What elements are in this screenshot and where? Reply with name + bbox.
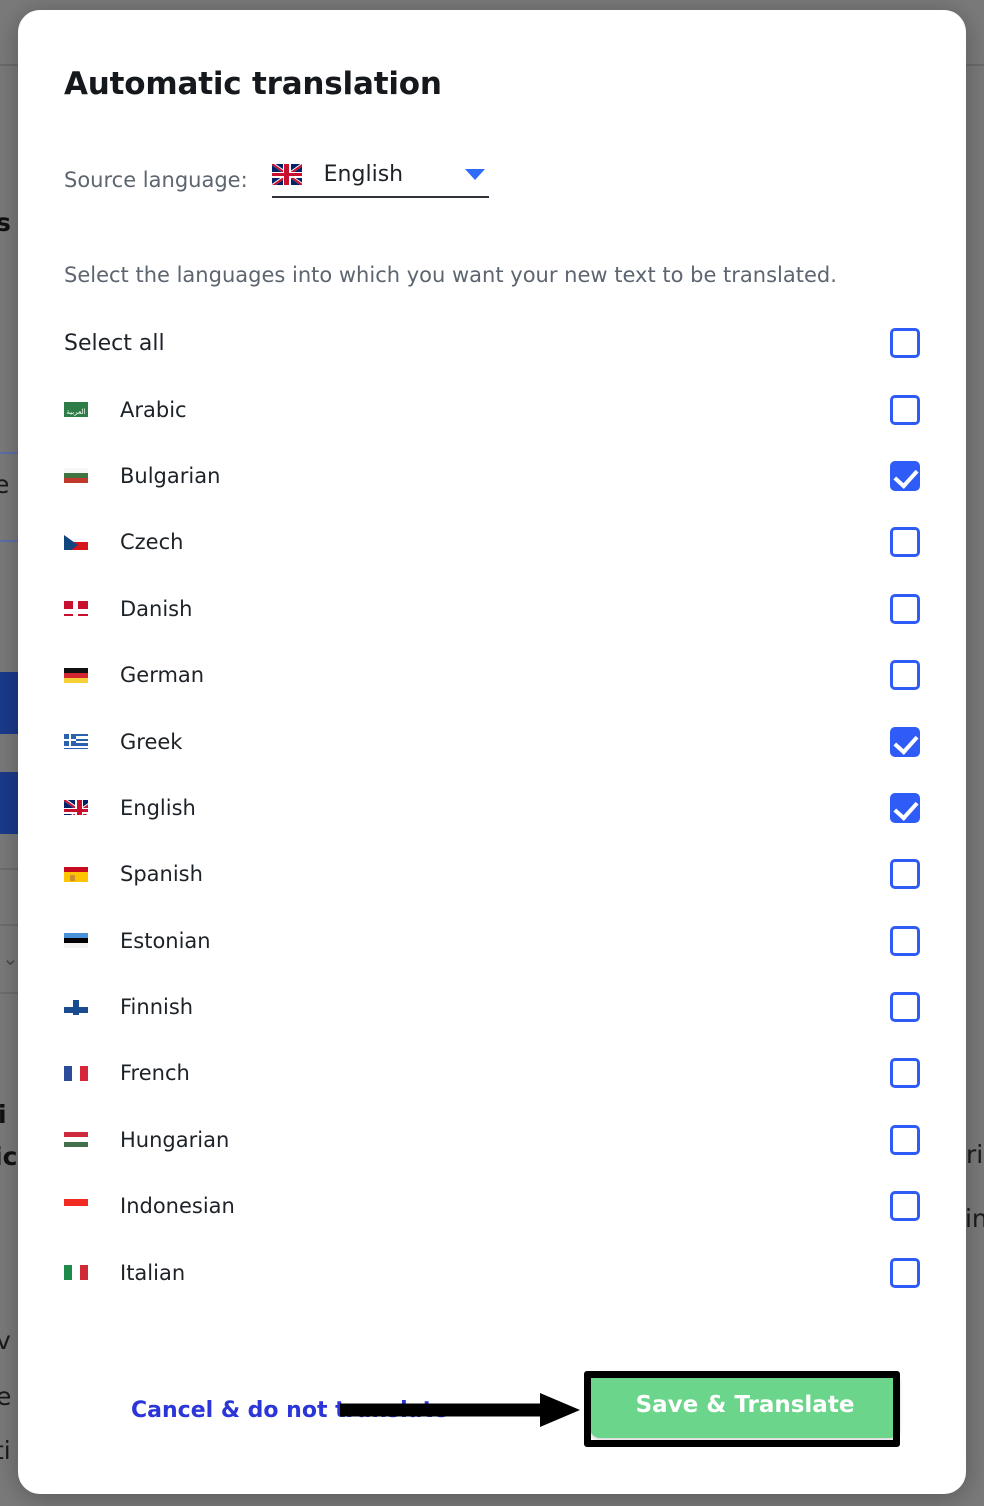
flag-indonesia-icon [64, 1198, 120, 1214]
language-checkbox-german[interactable] [890, 660, 920, 691]
flag-gb-icon [64, 800, 120, 816]
language-checkbox-estonian[interactable] [890, 925, 920, 956]
language-row-french[interactable]: French [64, 1040, 920, 1106]
backdrop-fragment: v [0, 1326, 11, 1355]
flag-gb-icon [271, 164, 302, 185]
language-row-indonesian[interactable]: Indonesian [64, 1173, 920, 1239]
flag-finland-icon [64, 999, 120, 1015]
language-label: Estonian [120, 928, 211, 953]
instruction-text: Select the languages into which you want… [64, 263, 837, 287]
language-checkbox-bulgarian[interactable] [890, 460, 920, 491]
language-checkbox-czech[interactable] [890, 527, 920, 558]
language-row-arabic[interactable]: العربية Arabic [64, 376, 920, 442]
language-label: Hungarian [120, 1127, 230, 1152]
select-all-checkbox[interactable] [890, 328, 920, 359]
language-row-spanish[interactable]: Spanish [64, 841, 920, 907]
language-label: Italian [120, 1260, 186, 1285]
language-label: Bulgarian [120, 463, 221, 488]
backdrop-fragment: ri [966, 1140, 984, 1169]
flag-greece-icon [64, 734, 120, 750]
language-checkbox-arabic[interactable] [890, 394, 920, 425]
backdrop-fragment: i [0, 1100, 7, 1129]
flag-bulgaria-icon [64, 468, 120, 484]
backdrop-rule [0, 452, 20, 454]
backdrop-fragment: e [0, 1382, 12, 1411]
select-all-label: Select all [64, 330, 165, 356]
backdrop-fragment: e [0, 470, 10, 499]
language-row-italian[interactable]: Italian [64, 1239, 920, 1305]
language-label: Czech [120, 530, 184, 555]
language-checkbox-hungarian[interactable] [890, 1124, 920, 1155]
language-checkbox-spanish[interactable] [890, 859, 920, 890]
dialog-footer: Cancel & do not translate Save & Transla… [18, 1372, 966, 1448]
language-row-bulgarian[interactable]: Bulgarian [64, 443, 920, 509]
backdrop-fragment: s [0, 208, 11, 237]
language-list: Select all العربية Arabic Bulgarian Czec… [64, 310, 920, 1306]
source-language-select[interactable]: English [271, 162, 489, 198]
language-label: English [120, 795, 196, 820]
source-language-row: Source language: English [64, 162, 489, 198]
cancel-button[interactable]: Cancel & do not translate [131, 1398, 448, 1423]
backdrop-rule [0, 868, 20, 870]
language-row-english[interactable]: English [64, 775, 920, 841]
language-checkbox-english[interactable] [890, 792, 920, 823]
backdrop-fragment: ic [0, 1142, 18, 1171]
language-label: Indonesian [120, 1194, 235, 1219]
chevron-down-icon[interactable] [464, 169, 485, 180]
language-label: German [120, 663, 205, 688]
backdrop-chevron-down-icon: ⌄ [2, 946, 19, 970]
flag-germany-icon [64, 667, 120, 683]
language-checkbox-danish[interactable] [890, 593, 920, 624]
language-row-german[interactable]: German [64, 642, 920, 708]
language-label: Arabic [120, 397, 187, 422]
language-row-finnish[interactable]: Finnish [64, 974, 920, 1040]
backdrop-fragment: ti [0, 1436, 11, 1465]
flag-denmark-icon [64, 601, 120, 617]
dialog-title: Automatic translation [64, 66, 442, 102]
language-label: French [120, 1061, 190, 1086]
language-checkbox-french[interactable] [890, 1058, 920, 1089]
flag-italy-icon [64, 1265, 120, 1281]
automatic-translation-dialog: Automatic translation Source language: E… [18, 10, 966, 1494]
language-checkbox-finnish[interactable] [890, 992, 920, 1023]
backdrop-bar [0, 772, 18, 834]
flag-czech-icon [64, 534, 120, 550]
source-language-value: English [323, 162, 404, 187]
flag-spain-icon [64, 866, 120, 882]
backdrop-bar [0, 672, 18, 734]
language-label: Spanish [120, 862, 203, 887]
save-translate-button[interactable]: Save & Translate [590, 1372, 900, 1438]
backdrop-rule [0, 540, 20, 542]
language-checkbox-indonesian[interactable] [890, 1191, 920, 1222]
language-row-estonian[interactable]: Estonian [64, 908, 920, 974]
select-all-row[interactable]: Select all [64, 310, 920, 376]
language-label: Greek [120, 729, 183, 754]
language-label: Finnish [120, 995, 194, 1020]
language-checkbox-greek[interactable] [890, 726, 920, 757]
flag-hungary-icon [64, 1132, 120, 1148]
flag-arabic-icon: العربية [64, 402, 120, 418]
source-language-label: Source language: [64, 168, 248, 192]
language-row-danish[interactable]: Danish [64, 576, 920, 642]
language-row-hungarian[interactable]: Hungarian [64, 1107, 920, 1173]
language-row-greek[interactable]: Greek [64, 708, 920, 774]
language-checkbox-italian[interactable] [890, 1257, 920, 1288]
backdrop-rule [0, 992, 20, 994]
language-label: Danish [120, 596, 193, 621]
backdrop-rule [0, 924, 20, 926]
flag-estonia-icon [64, 933, 120, 949]
language-row-czech[interactable]: Czech [64, 509, 920, 575]
flag-france-icon [64, 1065, 120, 1081]
